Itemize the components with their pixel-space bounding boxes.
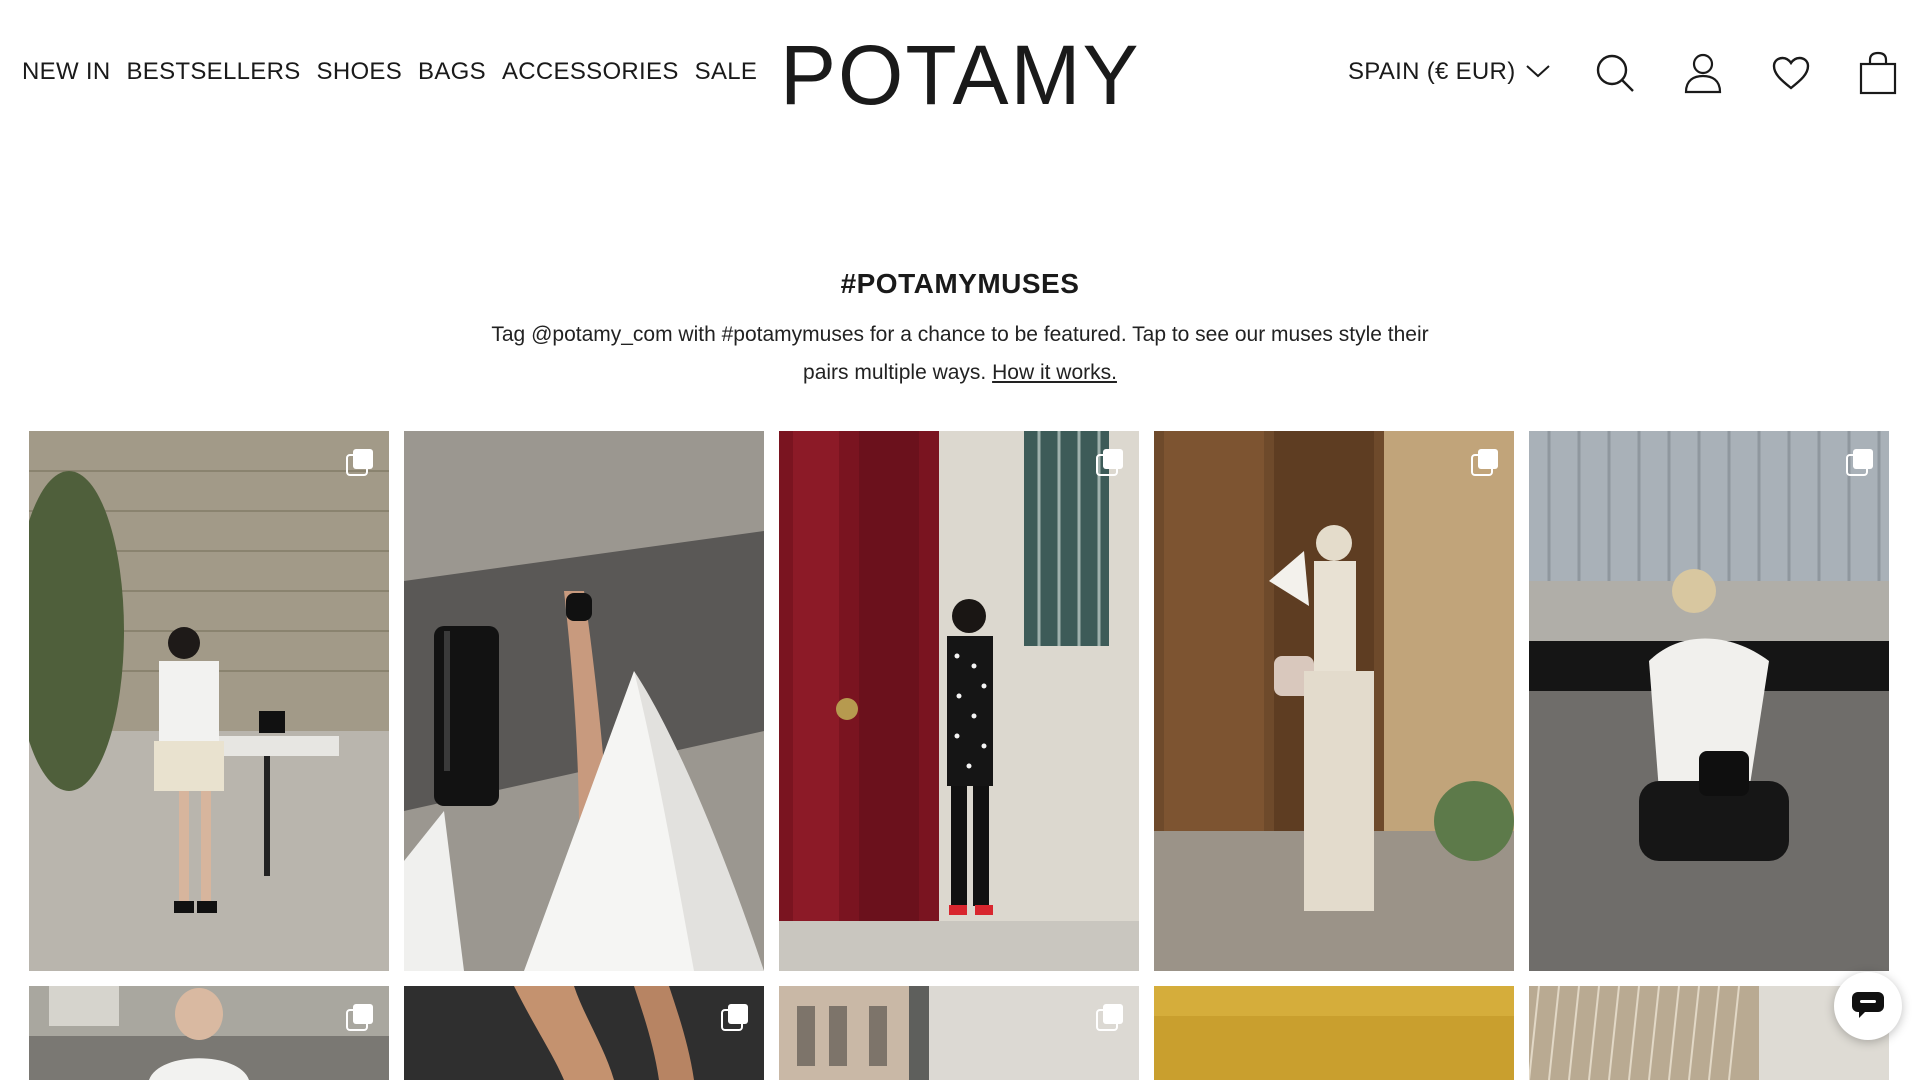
region-label: SPAIN (€ EUR) [1348, 58, 1516, 85]
brand-logo[interactable]: POTAMY [780, 30, 1140, 120]
shopping-bag-icon[interactable] [1855, 50, 1901, 96]
muses-description: Tag @potamy_com with #potamymuses for a … [470, 316, 1450, 392]
muses-description-text: Tag @potamy_com with #potamymuses for a … [491, 323, 1429, 384]
gallery-tile[interactable] [1154, 431, 1514, 971]
muses-intro: #POTAMYMUSES Tag @potamy_com with #potam… [0, 268, 1920, 392]
multiple-images-icon [720, 1002, 750, 1032]
muse-photo [29, 986, 389, 1080]
search-icon[interactable] [1592, 50, 1638, 96]
muses-title: #POTAMYMUSES [840, 268, 1080, 299]
nav-accessories[interactable]: ACCESSORIES [502, 58, 679, 86]
muse-photo [29, 431, 389, 971]
gallery-tile[interactable] [1154, 986, 1514, 1080]
wishlist-heart-icon[interactable] [1768, 50, 1814, 96]
how-it-works-link[interactable]: How it works. [992, 361, 1117, 384]
muse-photo [404, 986, 764, 1080]
muse-photo [779, 431, 1139, 971]
multiple-images-icon [345, 447, 375, 477]
gallery-tile[interactable] [404, 986, 764, 1080]
chat-button[interactable] [1834, 972, 1902, 1040]
multiple-images-icon [345, 1002, 375, 1032]
gallery-tile[interactable] [29, 431, 389, 971]
nav-bestsellers[interactable]: BESTSELLERS [126, 58, 300, 86]
multiple-images-icon [1845, 447, 1875, 477]
chevron-down-icon [1525, 58, 1551, 86]
account-icon[interactable] [1680, 50, 1726, 96]
chat-bubble-icon [1851, 989, 1885, 1024]
main-nav: NEW IN BESTSELLERS SHOES BAGS ACCESSORIE… [22, 58, 757, 86]
multiple-images-icon [1095, 447, 1125, 477]
nav-new-in[interactable]: NEW IN [22, 58, 110, 86]
gallery-tile[interactable] [29, 986, 389, 1080]
muse-photo [1154, 986, 1514, 1080]
nav-shoes[interactable]: SHOES [317, 58, 403, 86]
muse-photo [1154, 431, 1514, 971]
region-selector[interactable]: SPAIN (€ EUR) [1348, 58, 1551, 86]
muse-photo [1529, 431, 1889, 971]
gallery-tile[interactable] [779, 986, 1139, 1080]
gallery-tile[interactable] [404, 431, 764, 971]
multiple-images-icon [1095, 1002, 1125, 1032]
muse-photo [404, 431, 764, 971]
site-header: NEW IN BESTSELLERS SHOES BAGS ACCESSORIE… [0, 0, 1920, 150]
nav-bags[interactable]: BAGS [418, 58, 486, 86]
multiple-images-icon [1470, 447, 1500, 477]
nav-sale[interactable]: SALE [695, 58, 758, 86]
gallery-tile[interactable] [1529, 431, 1889, 971]
gallery-tile[interactable] [779, 431, 1139, 971]
muse-photo [779, 986, 1139, 1080]
